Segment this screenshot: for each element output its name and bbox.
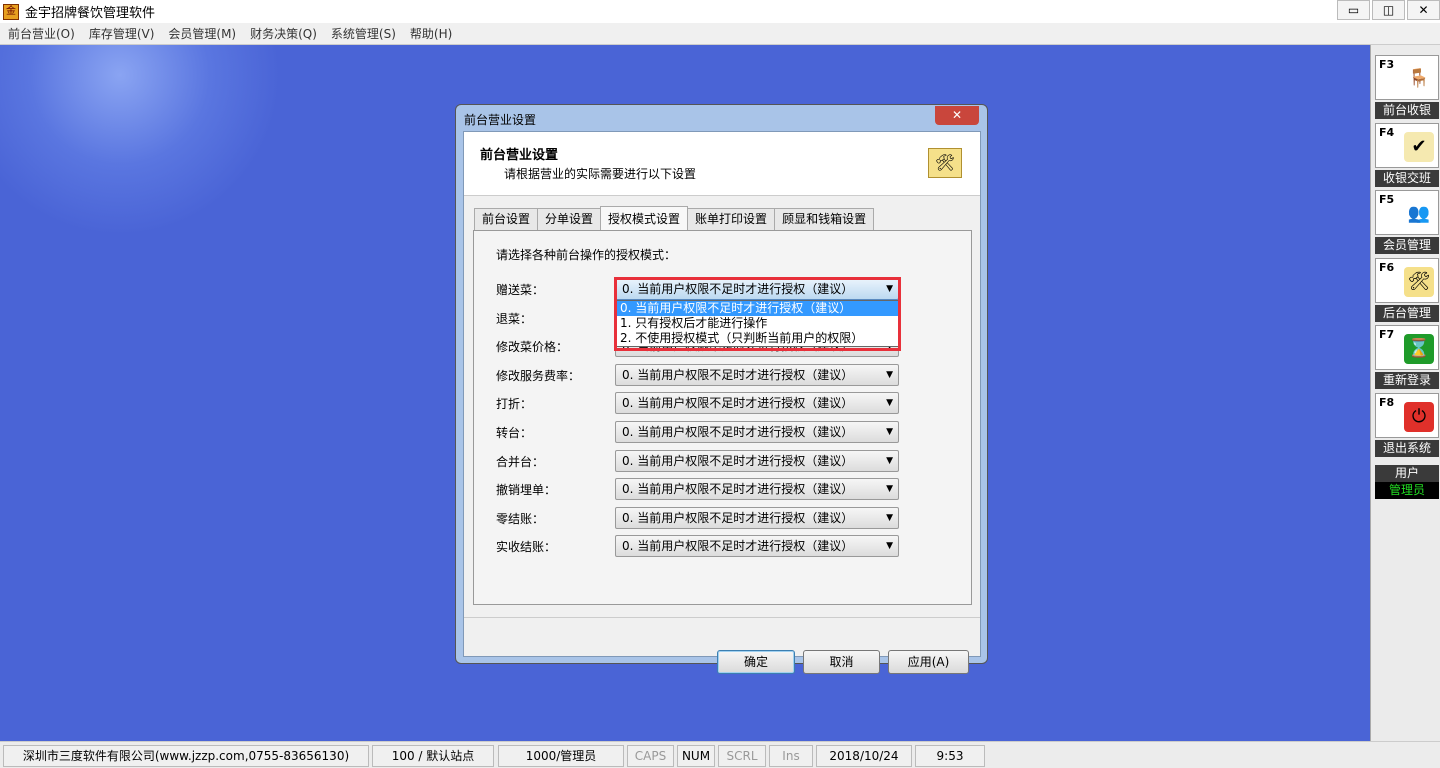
chevron-down-icon[interactable]: ▼ (886, 451, 893, 471)
status-user: 1000/管理员 (498, 745, 624, 767)
power-icon: ⏻ (1404, 401, 1434, 432)
tab-strip: 前台设置 分单设置 授权模式设置 账单打印设置 顾显和钱箱设置 (474, 206, 875, 230)
chevron-down-icon[interactable]: ▼ (886, 508, 893, 528)
row-label: 修改菜价格： (496, 340, 569, 355)
dialog-close-button[interactable]: ✕ (935, 106, 979, 125)
status-ins: Ins (769, 745, 813, 767)
function-key: F6 (1379, 260, 1395, 274)
settings-dialog: 前台营业设置 ✕ 前台营业设置 请根据营业的实际需要进行以下设置 🛠 前台设置分… (455, 104, 988, 674)
tab[interactable]: 授权模式设置 (600, 206, 689, 230)
row-label: 合并台： (496, 454, 545, 469)
auth-mode-select[interactable]: 0. 当前用户权限不足时才进行授权（建议）▼ (615, 392, 899, 415)
status-time: 9:53 (915, 745, 985, 767)
status-company: 深圳市三度软件有限公司(www.jzzp.com,0755-83656130) (3, 745, 369, 767)
clipboard-check-icon: ✔ (1404, 131, 1434, 162)
close-button[interactable]: ✕ (1407, 0, 1440, 20)
dialog-header: 前台营业设置 请根据营业的实际需要进行以下设置 🛠 (464, 132, 980, 196)
auth-mode-select[interactable]: 0. 当前用户权限不足时才进行授权（建议）▼ (615, 506, 899, 529)
ok-button[interactable]: 确定 (717, 650, 795, 674)
sidebar-label: 后台管理 (1375, 304, 1439, 322)
menu-item[interactable]: 帮助(H) (410, 25, 452, 42)
auth-mode-select[interactable]: 0. 当前用户权限不足时才进行授权（建议）▼ (615, 478, 899, 501)
tab[interactable]: 账单打印设置 (687, 208, 776, 230)
auth-mode-select[interactable]: 0. 当前用户权限不足时才进行授权（建议）▼ (615, 363, 899, 386)
dining-table-icon: 🪑 (1404, 64, 1434, 94)
users-icon: 👥 (1404, 199, 1434, 229)
menu-item[interactable]: 财务决策(Q) (250, 25, 317, 42)
app-title: 金宇招牌餐饮管理软件 (25, 6, 156, 21)
sidebar-button-f5[interactable]: F5 👥 (1375, 190, 1439, 235)
chevron-down-icon[interactable]: ▼ (886, 479, 893, 499)
minimize-button[interactable]: ▭ (1337, 0, 1370, 20)
function-key: F7 (1379, 328, 1395, 341)
row-label: 零结账： (496, 511, 545, 526)
function-key: F5 (1379, 193, 1395, 206)
apply-button[interactable]: 应用(A) (888, 650, 969, 674)
menu-item[interactable]: 系统管理(S) (331, 25, 396, 42)
tab-panel: 请选择各种前台操作的授权模式： 赠送菜： 0. 当前用户权限不足时才进行授权（建议… (473, 230, 972, 605)
sidebar-button-f7[interactable]: F7 ⌛ (1375, 325, 1439, 370)
sidebar-button-f4[interactable]: F4 ✔ (1375, 122, 1439, 168)
status-bar: 深圳市三度软件有限公司(www.jzzp.com,0755-83656130) … (0, 741, 1440, 768)
sidebar-button-f6[interactable]: F6 🛠 (1375, 257, 1439, 303)
dialog-title: 前台营业设置 (464, 113, 537, 127)
row-label: 赠送菜： (496, 283, 545, 297)
sidebar-label: 退出系统 (1375, 439, 1439, 457)
user-label: 用户 (1375, 465, 1439, 482)
row-label: 退菜： (496, 311, 533, 326)
menu-bar: 前台营业(O) 库存管理(V) 会员管理(M) 财务决策(Q) 系统管理(S) 帮助(H) (0, 23, 1440, 45)
header-subtitle: 请根据营业的实际需要进行以下设置 (504, 167, 697, 181)
auth-mode-select[interactable]: 0. 当前用户权限不足时才进行授权（建议）▼ (615, 535, 899, 558)
status-caps: CAPS (627, 745, 674, 767)
header-title: 前台营业设置 (480, 148, 559, 163)
chevron-down-icon[interactable]: ▼ (886, 536, 893, 556)
row-label: 修改服务费率： (496, 368, 581, 383)
restore-button[interactable]: ◫ (1372, 0, 1405, 20)
status-date: 2018/10/24 (816, 745, 912, 767)
cancel-button[interactable]: 取消 (803, 650, 880, 674)
sidebar-button-f8[interactable]: F8 ⏻ (1375, 392, 1439, 438)
auth-mode-select[interactable]: 0. 当前用户权限不足时才进行授权（建议）▼ (615, 421, 899, 443)
status-station: 100 / 默认站点 (372, 745, 494, 767)
sidebar-label: 重新登录 (1375, 372, 1439, 389)
menu-item[interactable]: 会员管理(M) (168, 25, 236, 42)
function-sidebar: 用户 管理员 F3 🪑 前台收银 F4 ✔ 收银交班 F5 👥 会员管理 F6 🛠 后台管理 F7 ⌛ 重新… (1370, 45, 1440, 741)
divider (464, 617, 980, 618)
prompt-text: 请选择各种前台操作的授权模式： (496, 248, 677, 262)
chevron-down-icon[interactable]: ▼ (886, 365, 893, 385)
user-name: 管理员 (1375, 482, 1439, 499)
function-key: F3 (1379, 58, 1395, 71)
title-bar: 金 金宇招牌餐饮管理软件 ▭ ◫ ✕ (0, 0, 1440, 23)
row-label: 转台： (496, 426, 533, 440)
row-label: 撤销埋单： (496, 483, 557, 498)
sidebar-label: 会员管理 (1375, 237, 1439, 254)
status-num: NUM (677, 745, 715, 767)
row-label: 实收结账： (496, 540, 557, 555)
tab[interactable]: 顾显和钱箱设置 (774, 208, 875, 230)
sidebar-label: 收银交班 (1375, 169, 1439, 187)
auth-mode-select[interactable]: 0. 当前用户权限不足时才进行授权（建议）▼ (615, 449, 899, 472)
app-logo-icon: 金 (3, 3, 19, 20)
chevron-down-icon[interactable]: ▼ (886, 422, 893, 442)
status-scrl: SCRL (718, 745, 766, 767)
tab[interactable]: 分单设置 (537, 208, 602, 230)
hourglass-icon: ⌛ (1404, 334, 1434, 364)
function-key: F8 (1379, 395, 1395, 409)
tab[interactable]: 前台设置 (474, 208, 539, 230)
sidebar-label: 前台收银 (1375, 102, 1439, 119)
folder-tools-icon: 🛠 (928, 148, 962, 178)
menu-item[interactable]: 库存管理(V) (89, 25, 155, 42)
function-key: F4 (1379, 125, 1395, 139)
sidebar-button-f3[interactable]: F3 🪑 (1375, 55, 1439, 100)
menu-item[interactable]: 前台营业(O) (8, 25, 75, 42)
chevron-down-icon[interactable]: ▼ (886, 393, 893, 413)
row-label: 打折： (496, 397, 533, 412)
folder-tools-icon: 🛠 (1404, 266, 1434, 297)
highlight-box (614, 277, 901, 351)
